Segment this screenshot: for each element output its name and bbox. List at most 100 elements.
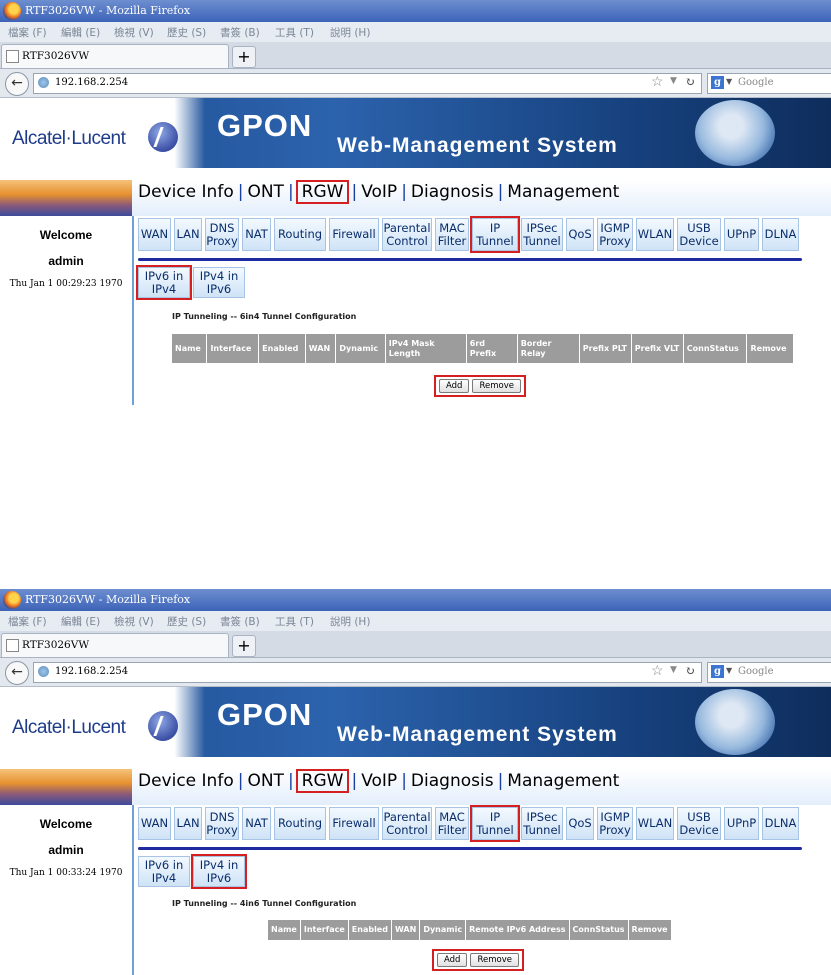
- reload-icon[interactable]: ↻: [685, 75, 695, 89]
- menu-help[interactable]: 說明 (H): [330, 614, 370, 629]
- tab-wan[interactable]: WAN: [138, 218, 171, 251]
- menu-history[interactable]: 歷史 (S): [167, 614, 206, 629]
- browser-tab-label: RTF3026VW: [22, 639, 90, 651]
- tab-firewall[interactable]: Firewall: [329, 218, 379, 251]
- back-button[interactable]: ←: [5, 72, 29, 96]
- menu-view[interactable]: 檢視 (V): [114, 614, 154, 629]
- nav-management[interactable]: Management: [507, 771, 619, 791]
- nav-rgw[interactable]: RGW: [295, 180, 350, 204]
- menu-edit[interactable]: 編輯 (E): [61, 614, 100, 629]
- page-favicon-icon: [6, 50, 19, 63]
- browser-tab[interactable]: RTF3026VW: [1, 633, 229, 657]
- tab-upnp[interactable]: UPnP: [724, 807, 759, 840]
- firefox-logo-icon: [3, 591, 21, 609]
- new-tab-button[interactable]: +: [232, 46, 256, 68]
- bookmark-star-icon[interactable]: ☆: [651, 74, 664, 90]
- nav-ont[interactable]: ONT: [247, 182, 283, 202]
- nav-rgw[interactable]: RGW: [295, 769, 350, 793]
- tab-wan[interactable]: WAN: [138, 807, 171, 840]
- nav-diagnosis[interactable]: Diagnosis: [411, 182, 494, 202]
- tab-lan[interactable]: LAN: [174, 807, 202, 840]
- tab-igmp-proxy[interactable]: IGMP Proxy: [597, 807, 633, 840]
- nav-device-info[interactable]: Device Info: [138, 182, 234, 202]
- tab-firewall[interactable]: Firewall: [329, 807, 379, 840]
- tab-ipsec-tunnel[interactable]: IPSec Tunnel: [521, 218, 563, 251]
- browser-tab[interactable]: RTF3026VW: [1, 44, 229, 68]
- tab-routing[interactable]: Routing: [274, 218, 326, 251]
- search-input[interactable]: g ▼ Google: [707, 73, 831, 94]
- tab-ip-tunnel[interactable]: IP Tunnel: [470, 216, 520, 253]
- remove-button[interactable]: Remove: [470, 953, 519, 967]
- tab-igmp-proxy[interactable]: IGMP Proxy: [597, 218, 633, 251]
- decorative-header-image: [0, 180, 132, 216]
- google-icon[interactable]: g: [711, 665, 724, 678]
- tab-ipv4-in-ipv6[interactable]: IPv4 in IPv6: [191, 854, 247, 889]
- tab-dns-proxy[interactable]: DNS Proxy: [205, 218, 239, 251]
- column-header: Prefix VLT: [630, 333, 684, 364]
- tab-dlna[interactable]: DLNA: [762, 807, 799, 840]
- add-button[interactable]: Add: [439, 379, 470, 393]
- nav-management[interactable]: Management: [507, 182, 619, 202]
- menu-bookmarks[interactable]: 書簽 (B): [220, 614, 260, 629]
- menu-history[interactable]: 歷史 (S): [167, 25, 206, 40]
- menu-bookmarks[interactable]: 書簽 (B): [220, 25, 260, 40]
- tab-usb-device[interactable]: USB Device: [677, 807, 721, 840]
- chevron-down-icon[interactable]: ▼: [670, 665, 677, 675]
- tab-ipsec-tunnel[interactable]: IPSec Tunnel: [521, 807, 563, 840]
- tab-lan[interactable]: LAN: [174, 218, 202, 251]
- address-bar[interactable]: 192.168.2.254 ☆ ▼ ↻: [33, 662, 702, 683]
- address-bar[interactable]: 192.168.2.254 ☆ ▼ ↻: [33, 73, 702, 94]
- google-icon[interactable]: g: [711, 76, 724, 89]
- globe-icon: [38, 77, 49, 88]
- nav-voip[interactable]: VoIP: [361, 182, 397, 202]
- tab-usb-device[interactable]: USB Device: [677, 218, 721, 251]
- tab-nat[interactable]: NAT: [242, 218, 271, 251]
- tab-ip-tunnel[interactable]: IP Tunnel: [470, 805, 520, 842]
- tab-dlna[interactable]: DLNA: [762, 218, 799, 251]
- menu-help[interactable]: 說明 (H): [330, 25, 370, 40]
- nav-device-info[interactable]: Device Info: [138, 771, 234, 791]
- new-tab-button[interactable]: +: [232, 635, 256, 657]
- top-navigation: Device Info | ONT | RGW | VoIP | Diagnosis | Manag…: [138, 769, 620, 793]
- search-placeholder: Google: [738, 666, 774, 677]
- tab-mac-filter[interactable]: MAC Filter: [435, 218, 469, 251]
- tab-routing[interactable]: Routing: [274, 807, 326, 840]
- bookmark-star-icon[interactable]: ☆: [651, 663, 664, 679]
- tab-ipv6-in-ipv4[interactable]: IPv6 in IPv4: [136, 265, 192, 300]
- remove-button[interactable]: Remove: [472, 379, 521, 393]
- add-button[interactable]: Add: [437, 953, 468, 967]
- tab-ipv4-in-ipv6[interactable]: IPv4 in IPv6: [193, 267, 245, 298]
- reload-icon[interactable]: ↻: [685, 664, 695, 678]
- top-navigation: Device Info | ONT | RGW | VoIP | Diagnosis | Manag…: [138, 180, 620, 204]
- nav-voip[interactable]: VoIP: [361, 771, 397, 791]
- menu-tools[interactable]: 工具 (T): [275, 614, 314, 629]
- menu-view[interactable]: 檢視 (V): [114, 25, 154, 40]
- tab-ipv6-in-ipv4[interactable]: IPv6 in IPv4: [138, 856, 190, 887]
- tab-dns-proxy[interactable]: DNS Proxy: [205, 807, 239, 840]
- tab-mac-filter[interactable]: MAC Filter: [435, 807, 469, 840]
- menu-edit[interactable]: 編輯 (E): [61, 25, 100, 40]
- nav-ont[interactable]: ONT: [247, 771, 283, 791]
- tunnel-table: Name Interface Enabled WAN Dynamic Remot…: [267, 919, 672, 941]
- tab-upnp[interactable]: UPnP: [724, 218, 759, 251]
- search-input[interactable]: g ▼ Google: [707, 662, 831, 683]
- menu-file[interactable]: 檔案 (F): [8, 25, 47, 40]
- tab-wlan[interactable]: WLAN: [636, 807, 674, 840]
- tab-parental-control[interactable]: Parental Control: [382, 807, 432, 840]
- search-engine-dropdown-icon[interactable]: ▼: [726, 77, 732, 86]
- nav-diagnosis[interactable]: Diagnosis: [411, 771, 494, 791]
- chevron-down-icon[interactable]: ▼: [670, 76, 677, 86]
- tab-qos[interactable]: QoS: [566, 807, 594, 840]
- column-header: Enabled: [258, 333, 306, 364]
- menu-file[interactable]: 檔案 (F): [8, 614, 47, 629]
- decorative-header-image: [0, 769, 132, 805]
- column-header: WAN: [304, 333, 337, 364]
- tab-wlan[interactable]: WLAN: [636, 218, 674, 251]
- menu-tools[interactable]: 工具 (T): [275, 25, 314, 40]
- table-header-row: Name Interface Enabled WAN Dynamic Remot…: [267, 919, 672, 941]
- back-button[interactable]: ←: [5, 661, 29, 685]
- tab-parental-control[interactable]: Parental Control: [382, 218, 432, 251]
- search-engine-dropdown-icon[interactable]: ▼: [726, 666, 732, 675]
- tab-qos[interactable]: QoS: [566, 218, 594, 251]
- tab-nat[interactable]: NAT: [242, 807, 271, 840]
